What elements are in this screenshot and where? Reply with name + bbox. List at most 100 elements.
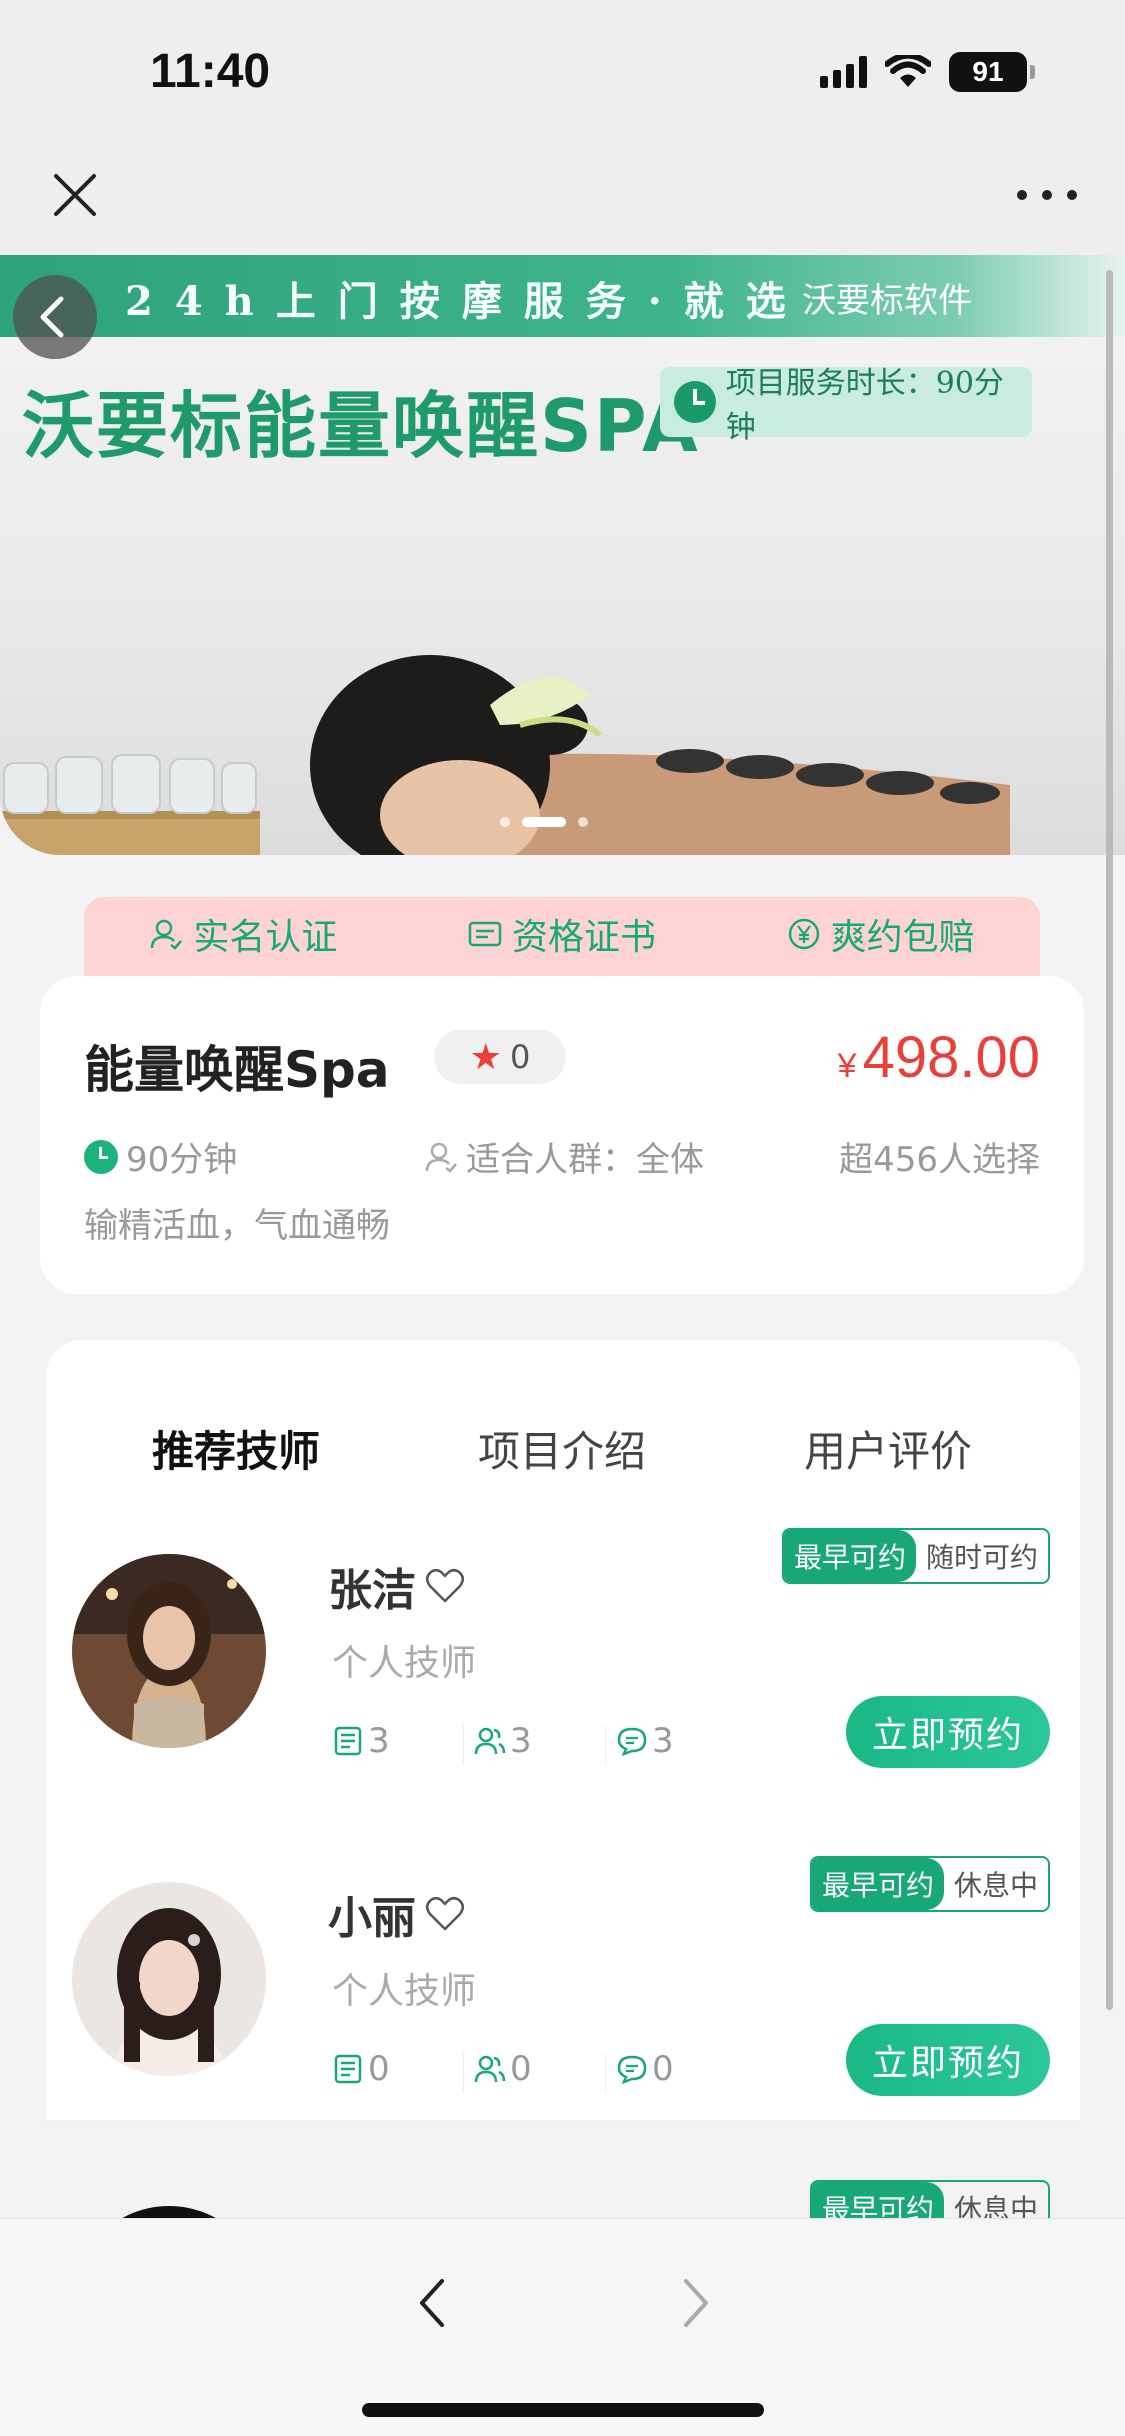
chevron-left-icon[interactable] bbox=[412, 2273, 452, 2333]
chevron-right-icon[interactable] bbox=[676, 2273, 716, 2333]
price-amount: 498.00 bbox=[862, 1025, 1040, 1090]
comment-icon bbox=[617, 2055, 647, 2085]
stat-orders: 0 bbox=[332, 2049, 474, 2093]
stat-clients: 3 bbox=[474, 1721, 616, 1765]
trust-badges: 实名认证 资格证书 爽约包赔 bbox=[84, 897, 1040, 983]
product-description: 输精活血，气血通畅 bbox=[84, 1206, 390, 1246]
availability-status: 随时可约 bbox=[925, 1541, 1038, 1574]
carousel-dot[interactable] bbox=[500, 817, 510, 827]
technician-row[interactable]: 张洁 个人技师 最早可约 随时可约 3 3 3 立即预约 bbox=[46, 1528, 1080, 1854]
yuan-coin-icon bbox=[788, 918, 819, 950]
banner-duration-tag: 项目服务时长：90分钟 bbox=[660, 366, 1032, 445]
massage-person-image bbox=[310, 655, 1010, 855]
badge-compensation: 爽约包赔 bbox=[787, 908, 975, 960]
home-indicator[interactable] bbox=[362, 2403, 764, 2417]
product-name: 能量唤醒Spa bbox=[84, 1041, 390, 1099]
rating-pill: ★ 0 bbox=[434, 1030, 566, 1084]
product-meta: 90分钟 适合人群：全体 超456人选择 bbox=[84, 1132, 1040, 1180]
scrollbar[interactable] bbox=[1106, 270, 1113, 2010]
certificate-icon bbox=[468, 921, 502, 947]
technician-name: 张洁 bbox=[328, 1565, 416, 1616]
browser-toolbar bbox=[0, 2218, 1125, 2436]
tab-user-reviews[interactable]: 用户评价 bbox=[804, 1418, 972, 1479]
banner-duration-text: 项目服务时长：90分钟 bbox=[725, 366, 1004, 445]
book-now-button[interactable]: 立即预约 bbox=[846, 2024, 1050, 2096]
technician-name: 小丽 bbox=[328, 1893, 416, 1944]
technician-avatar[interactable] bbox=[72, 1882, 266, 2076]
technician-stats: 3 3 3 bbox=[332, 1716, 758, 1766]
product-card: 能量唤醒Spa ★ 0 ¥498.00 90分钟 适合人群：全体 超456人选择… bbox=[40, 976, 1084, 1294]
close-icon[interactable] bbox=[48, 168, 102, 222]
comment-icon bbox=[617, 1727, 647, 1757]
status-time: 11:40 bbox=[150, 45, 271, 98]
technician-type: 个人技师 bbox=[332, 1971, 477, 2012]
technician-stats: 0 0 0 bbox=[332, 2044, 758, 2094]
star-icon: ★ bbox=[469, 1036, 502, 1078]
stat-clients: 0 bbox=[474, 2049, 616, 2093]
stat-comments: 0 bbox=[616, 2049, 758, 2089]
badge-real-name: 实名认证 bbox=[149, 908, 337, 960]
technician-avatar[interactable] bbox=[72, 1554, 266, 1748]
badge-certificate: 资格证书 bbox=[468, 908, 656, 960]
availability-label: 最早可约 bbox=[811, 1858, 944, 1910]
user-icon bbox=[425, 1142, 457, 1173]
stat-comments: 3 bbox=[616, 1721, 758, 1761]
chosen-count: 超456人选择 bbox=[839, 1140, 1040, 1180]
tab-recommended-technicians[interactable]: 推荐技师 bbox=[152, 1418, 320, 1479]
back-button[interactable] bbox=[13, 275, 97, 359]
stat-comments-value: 3 bbox=[652, 1721, 674, 1761]
cupping-jars-image bbox=[0, 754, 260, 855]
technician-row[interactable]: 小丽 个人技师 最早可约 休息中 0 0 0 立即预约 bbox=[46, 1856, 1080, 2182]
order-list-icon bbox=[334, 2054, 362, 2084]
meta-audience: 适合人群：全体 bbox=[424, 1132, 704, 1181]
duration-text: 90分钟 bbox=[126, 1140, 238, 1180]
badge-label: 资格证书 bbox=[511, 917, 656, 958]
users-icon bbox=[474, 1727, 506, 1755]
nav-bar bbox=[0, 140, 1125, 255]
users-icon bbox=[474, 2055, 506, 2083]
banner-brand: 沃要标软件 bbox=[802, 281, 972, 321]
more-options-button[interactable] bbox=[1017, 180, 1077, 210]
stat-orders-value: 3 bbox=[368, 1721, 390, 1761]
stat-orders: 3 bbox=[332, 1721, 474, 1765]
user-check-icon bbox=[151, 919, 183, 950]
stat-clients-value: 3 bbox=[510, 1721, 532, 1761]
heart-icon[interactable] bbox=[424, 1893, 466, 1935]
stat-comments-value: 0 bbox=[652, 2049, 674, 2089]
wifi-icon bbox=[885, 55, 931, 87]
divider bbox=[46, 2122, 1080, 2124]
availability-tag: 最早可约 随时可约 bbox=[781, 1528, 1050, 1584]
rating-value: 0 bbox=[509, 1038, 531, 1076]
technician-header: 张洁 bbox=[328, 1554, 466, 1618]
carousel-dot[interactable] bbox=[578, 817, 588, 827]
meta-duration: 90分钟 bbox=[84, 1132, 237, 1181]
banner-slogan: 24h上门按摩服务·就选 bbox=[125, 278, 808, 325]
status-bar: 11:40 91 bbox=[0, 0, 1125, 140]
tab-bar: 推荐技师 项目介绍 用户评价 bbox=[46, 1418, 1080, 1478]
product-price: ¥498.00 bbox=[838, 1024, 1040, 1091]
banner-strip: 24h上门按摩服务·就选 沃要标软件 bbox=[0, 255, 1125, 337]
tab-project-intro[interactable]: 项目介绍 bbox=[478, 1418, 646, 1479]
audience-text: 适合人群：全体 bbox=[466, 1140, 704, 1180]
technician-header: 小丽 bbox=[328, 1882, 466, 1946]
carousel-dot-active[interactable] bbox=[522, 817, 566, 827]
heart-icon[interactable] bbox=[424, 1565, 466, 1607]
status-icons: 91 bbox=[820, 52, 1035, 92]
availability-status: 休息中 bbox=[953, 1869, 1038, 1902]
availability-label: 最早可约 bbox=[783, 1530, 916, 1582]
stat-clients-value: 0 bbox=[510, 2049, 532, 2089]
book-now-button[interactable]: 立即预约 bbox=[846, 1696, 1050, 1768]
order-list-icon bbox=[334, 1726, 362, 1756]
price-currency: ¥ bbox=[837, 1047, 857, 1085]
technician-type: 个人技师 bbox=[332, 1643, 477, 1684]
badge-label: 实名认证 bbox=[193, 917, 338, 958]
chevron-left-icon bbox=[40, 296, 64, 338]
carousel-dots bbox=[500, 817, 588, 827]
banner-title: 沃要标能量唤醒SPA bbox=[22, 384, 700, 468]
badge-label: 爽约包赔 bbox=[830, 917, 975, 958]
availability-tag: 最早可约 休息中 bbox=[809, 1856, 1050, 1912]
clock-icon bbox=[674, 381, 716, 423]
details-card: 推荐技师 项目介绍 用户评价 张洁 个人技师 最早可约 随时可约 3 3 3 立… bbox=[46, 1340, 1080, 2400]
clock-icon bbox=[84, 1139, 118, 1174]
banner-carousel[interactable]: 24h上门按摩服务·就选 沃要标软件 沃要标能量唤醒SPA 项目服务时长：90分… bbox=[0, 255, 1125, 855]
